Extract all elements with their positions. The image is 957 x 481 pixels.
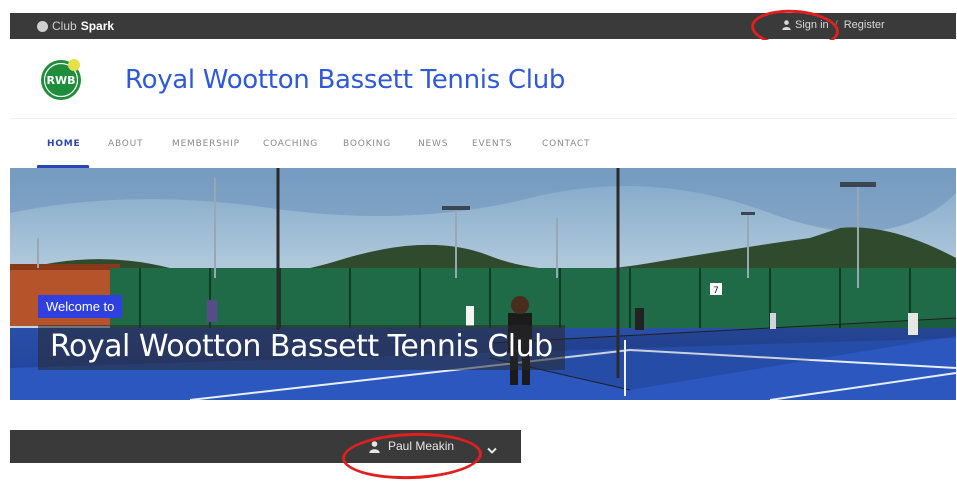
register-link[interactable]: Register	[844, 19, 885, 31]
club-name[interactable]: Royal Wootton Bassett Tennis Club	[125, 65, 565, 95]
person-icon	[782, 20, 791, 30]
auth-links: Sign in / Register	[782, 19, 885, 31]
chevron-down-icon[interactable]	[487, 442, 497, 460]
main-nav: Home About Membership Coaching Booking N…	[10, 118, 956, 169]
club-header: RWB Royal Wootton Bassett Tennis Club	[10, 40, 956, 118]
brand-prefix: Club	[52, 19, 77, 33]
sign-in-link[interactable]: Sign in	[795, 19, 829, 31]
club-logo-text: RWB	[47, 74, 76, 87]
nav-contact[interactable]: Contact	[542, 139, 590, 149]
nav-events[interactable]: Events	[472, 139, 512, 149]
clubspark-logo-icon	[37, 20, 48, 32]
person-icon	[369, 440, 380, 458]
nav-membership[interactable]: Membership	[172, 139, 240, 149]
brand-suffix: Spark	[80, 19, 115, 33]
clubspark-topbar: Club Spark Sign in / Register	[10, 13, 956, 39]
nav-booking[interactable]: Booking	[343, 139, 391, 149]
nav-home[interactable]: Home	[47, 139, 81, 149]
nav-about[interactable]: About	[108, 139, 143, 149]
user-bar: Paul Meakin	[10, 430, 521, 463]
welcome-badge: Welcome to	[38, 295, 123, 318]
auth-separator: /	[834, 19, 838, 31]
nav-coaching[interactable]: Coaching	[263, 139, 318, 149]
club-logo[interactable]: RWB	[37, 54, 85, 102]
fence-sign-number: 7	[713, 286, 719, 296]
hero-title: Royal Wootton Bassett Tennis Club	[38, 325, 565, 370]
nav-news[interactable]: News	[418, 139, 448, 149]
user-name[interactable]: Paul Meakin	[388, 439, 454, 453]
clubspark-brand[interactable]: Club Spark	[37, 19, 114, 33]
